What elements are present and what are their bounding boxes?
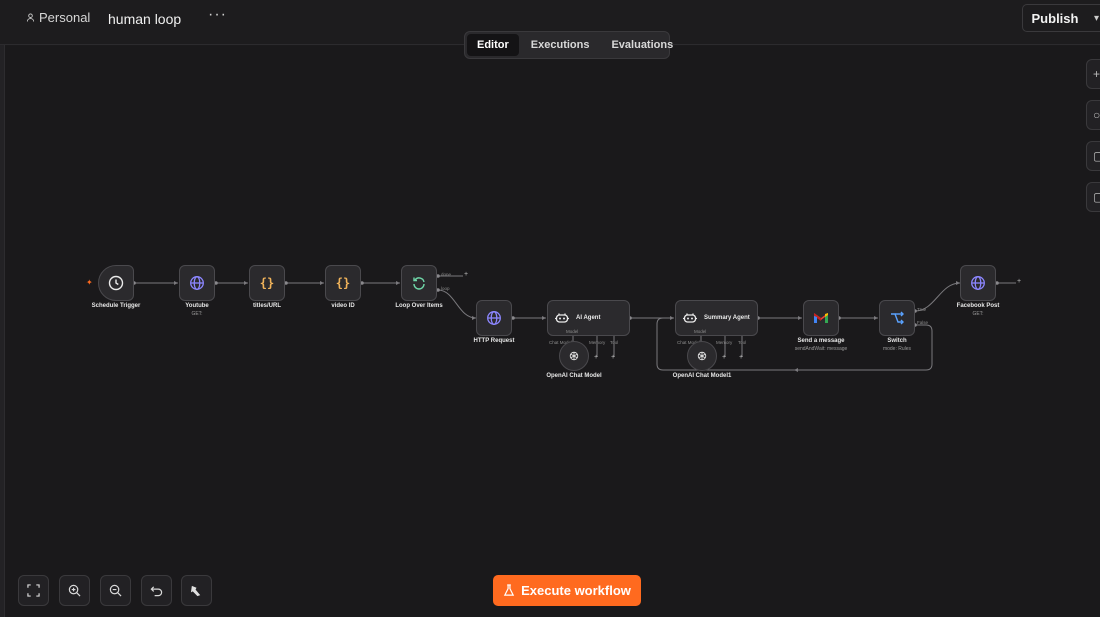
- node-subtitle: GET:: [191, 311, 203, 317]
- panel-icon: ▢: [1093, 190, 1100, 204]
- gmail-icon: [814, 313, 828, 323]
- node-title: Loop Over Items: [395, 303, 443, 309]
- node-http-request[interactable]: [476, 300, 512, 336]
- robot-icon: [683, 313, 697, 323]
- add-node-button[interactable]: +: [1086, 59, 1100, 89]
- tidy-up-button[interactable]: [181, 575, 212, 606]
- sidebar-collapsed[interactable]: [0, 0, 5, 617]
- clock-icon: [108, 275, 124, 291]
- undo-icon: [150, 586, 163, 597]
- node-subtitle: GET:: [972, 311, 984, 317]
- note-icon: ▢: [1093, 149, 1100, 163]
- code-braces-icon: {}: [335, 276, 351, 290]
- publish-button[interactable]: Publish: [1022, 4, 1088, 32]
- node-title: OpenAI Chat Model: [546, 373, 602, 379]
- zoom-out-button[interactable]: [100, 575, 131, 606]
- node-title: AI Agent: [576, 315, 601, 321]
- search-icon: ○: [1093, 108, 1100, 122]
- zoom-out-icon: [109, 584, 122, 597]
- execute-workflow-label: Execute workflow: [521, 583, 631, 598]
- port-label-model: Model: [566, 329, 579, 334]
- port-label-memory: Memory: [716, 340, 733, 345]
- port-label-false: False: [917, 320, 929, 325]
- search-nodes-button[interactable]: ○: [1086, 100, 1100, 130]
- globe-icon: [971, 276, 985, 290]
- port-label-tool: Tool: [738, 340, 747, 345]
- node-video-id[interactable]: {}: [325, 265, 361, 301]
- openai-icon: [697, 351, 707, 361]
- globe-icon: [487, 311, 501, 325]
- workflow-name[interactable]: human loop: [108, 11, 181, 27]
- add-connection-icon[interactable]: +: [1017, 278, 1021, 285]
- plus-icon: +: [1093, 67, 1100, 81]
- port-label-model: Model: [694, 329, 707, 334]
- node-ai-agent[interactable]: AI Agent: [547, 300, 630, 336]
- node-facebook-post[interactable]: [960, 265, 996, 301]
- user-icon: [26, 13, 35, 22]
- workspace-label: Personal: [39, 10, 91, 25]
- node-title: Facebook Post: [956, 303, 1000, 309]
- node-title: Summary Agent: [704, 315, 750, 321]
- port-label-tool: Tool: [610, 340, 619, 345]
- node-youtube[interactable]: [179, 265, 215, 301]
- execute-workflow-button[interactable]: Execute workflow: [493, 575, 641, 606]
- globe-icon: [190, 276, 204, 290]
- trigger-bolt-icon: ✦: [86, 278, 93, 287]
- fit-view-button[interactable]: [18, 575, 49, 606]
- sticky-note-button[interactable]: ▢: [1086, 141, 1100, 171]
- node-subtitle: mode: Rules: [882, 346, 912, 352]
- zoom-in-icon: [68, 584, 81, 597]
- node-loop-over-items[interactable]: [401, 265, 437, 301]
- port-label-memory: Memory: [589, 340, 606, 345]
- panel-toggle-button[interactable]: ▢: [1086, 182, 1100, 212]
- undo-button[interactable]: [141, 575, 172, 606]
- fit-view-icon: [27, 584, 40, 597]
- openai-icon: [569, 351, 579, 361]
- port-label-loop: loop: [441, 286, 450, 291]
- broom-icon: [190, 585, 201, 597]
- node-title: HTTP Request: [473, 338, 515, 344]
- add-tool-icon[interactable]: +: [611, 354, 615, 361]
- node-titles-url[interactable]: {}: [249, 265, 285, 301]
- add-connection-icon[interactable]: +: [464, 271, 468, 278]
- workflow-editor: Personal human loop ··· Publish ▾ Editor…: [0, 0, 1100, 617]
- node-summary-agent[interactable]: Summary Agent: [675, 300, 758, 336]
- node-schedule-trigger[interactable]: [98, 265, 134, 301]
- tab-executions[interactable]: Executions: [521, 34, 600, 56]
- node-switch[interactable]: [879, 300, 915, 336]
- more-options-button[interactable]: ···: [208, 6, 227, 24]
- loop-icon: [413, 277, 425, 290]
- code-braces-icon: {}: [259, 276, 275, 290]
- tab-evaluations[interactable]: Evaluations: [601, 34, 683, 56]
- node-title: OpenAI Chat Model1: [672, 373, 732, 379]
- port-label-done: done: [441, 272, 452, 277]
- port-label-true: True: [917, 307, 927, 312]
- node-send-a-message[interactable]: [803, 300, 839, 336]
- workspace-breadcrumb[interactable]: Personal: [26, 10, 90, 25]
- robot-icon: [555, 313, 569, 323]
- node-openai-chat-model[interactable]: [559, 341, 589, 371]
- tab-editor[interactable]: Editor: [467, 34, 519, 56]
- flask-icon: [503, 584, 515, 596]
- switch-branch-icon: [891, 311, 904, 325]
- chevron-down-icon: ▾: [1093, 12, 1100, 24]
- publish-dropdown-button[interactable]: ▾: [1087, 4, 1100, 32]
- node-title: Switch: [887, 338, 907, 344]
- add-memory-icon[interactable]: +: [594, 354, 598, 361]
- view-tabs: Editor Executions Evaluations: [464, 31, 673, 59]
- add-memory-icon[interactable]: +: [722, 354, 726, 361]
- zoom-in-button[interactable]: [59, 575, 90, 606]
- node-openai-chat-model-1[interactable]: [687, 341, 717, 371]
- add-tool-icon[interactable]: +: [739, 354, 743, 361]
